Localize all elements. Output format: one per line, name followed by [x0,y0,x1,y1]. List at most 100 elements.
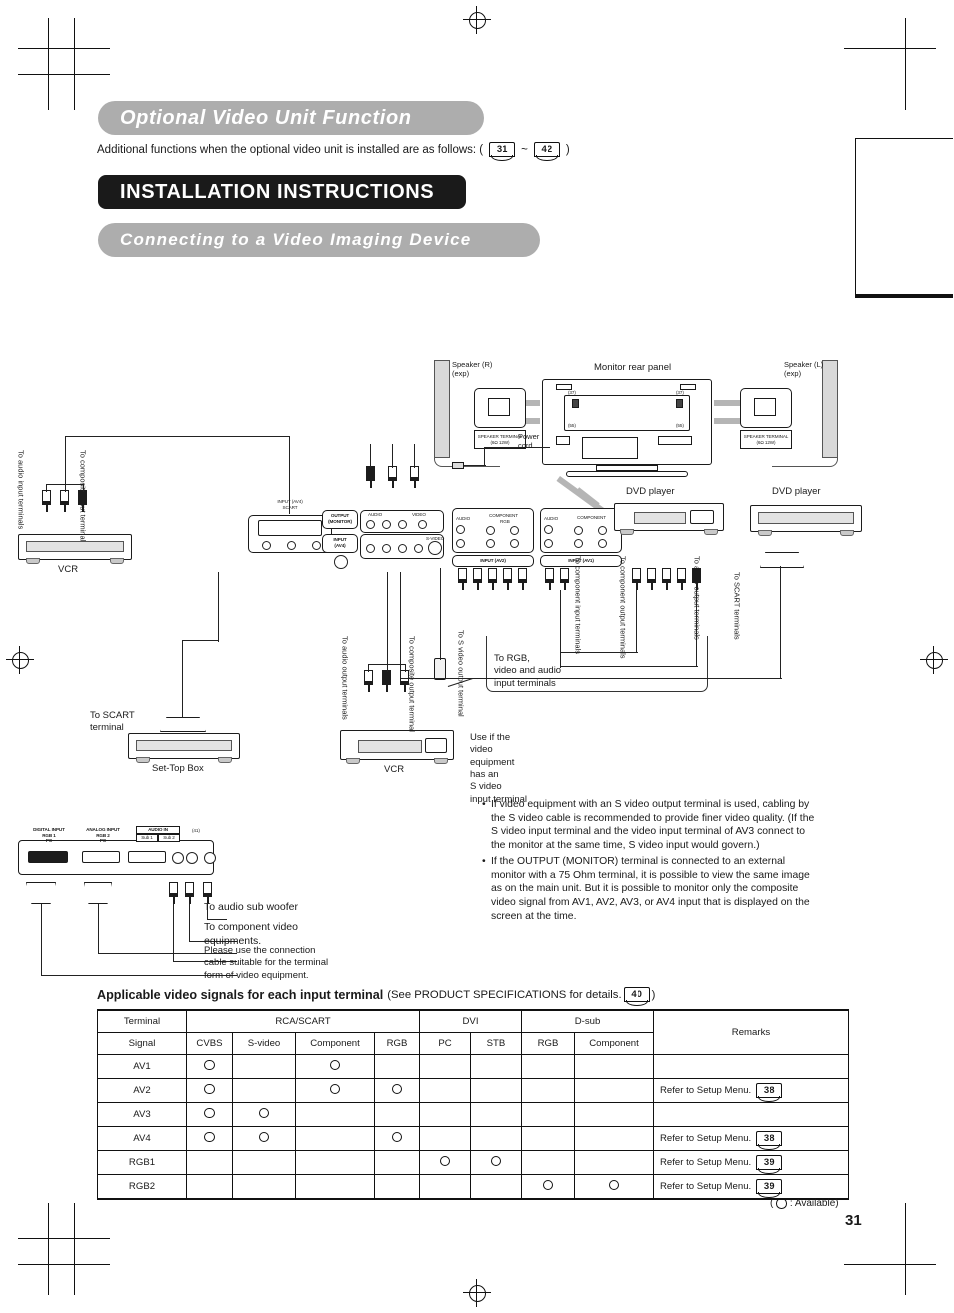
cell-empty [419,1102,471,1127]
device-foot [136,757,150,763]
cable [46,484,48,492]
speaker-left-stand [772,458,838,467]
label-please-use-cable: Please use the connection cable suitable… [204,945,329,981]
jack-icon [382,544,391,553]
cable [636,590,638,652]
cell-available [186,1054,233,1079]
cell-available [374,1078,420,1103]
pc-panel-label-sub2: Sub 2 [163,835,175,840]
available-circle-icon [258,1131,270,1143]
available-circle-icon [204,1083,215,1095]
cable [392,444,394,468]
table-row: AV4 Refer to Setup Menu. 38 [97,1126,849,1151]
col-header-dsub-rgb: RGB [521,1032,575,1055]
pc-panel-label-sub1: Sub 1 [141,835,153,840]
crop-mark [18,48,110,49]
terminal-label-output-monitor: OUTPUT (MONITOR) [328,513,352,524]
cable [370,444,372,468]
remark-content: Refer to Setup Menu. 39 [654,1179,848,1198]
svideo-jack-icon [428,541,442,555]
page-number: 31 [845,1212,862,1229]
intro-text-before: Additional functions when the optional v… [97,143,484,156]
device-foot [26,558,40,564]
cell-empty [186,1174,233,1200]
cell-empty [470,1174,522,1200]
page-ref-badge-39: 39 [756,1179,783,1198]
rca-plug [364,670,373,692]
cable [65,436,67,492]
available-circle-icon [329,1083,341,1095]
pc-panel-label-analog-input: ANALOG INPUT RGB 2 PC [86,827,120,843]
cell-empty [470,1054,522,1079]
device-foot [620,529,634,535]
rca-plug [185,882,194,904]
rca-plug [488,568,497,590]
col-header-dsub-component: Component [574,1032,654,1055]
svideo-plug-icon [434,658,446,680]
cell-empty [470,1078,522,1103]
cable [182,640,218,642]
pc-panel-label-digital-input: DIGITAL INPUT RGB 1 PC [33,827,65,843]
remark-text: Refer to Setup Menu. [660,1157,752,1168]
dvd-player-2-label: DVD player [772,486,821,497]
cell-available [470,1150,522,1175]
jack-icon [172,852,184,864]
margin-tab [855,138,953,298]
crop-mark [844,1264,936,1265]
cell-empty [521,1078,575,1103]
section-heading-optional-video-unit: Optional Video Unit Function [98,101,484,135]
available-circle-icon [439,1155,451,1167]
page-ref-badge-39: 39 [756,1155,783,1174]
panel-label-rgb: RGB [500,519,510,524]
col-header-stb: STB [470,1032,522,1055]
cell-terminal: AV1 [97,1054,187,1079]
device-foot [346,758,360,764]
crop-mark [844,48,936,49]
cell-empty [521,1150,575,1175]
jack-icon [398,520,407,529]
col-group-header-dvi: DVI [419,1009,522,1033]
cell-available [232,1102,296,1127]
rca-plug [662,568,671,590]
cell-available [574,1174,654,1200]
col-header-pc: PC [419,1032,471,1055]
cell-available [295,1078,375,1103]
cable [780,566,782,678]
rca-plug [410,466,419,488]
note-text-1: If video equipment with an S video outpu… [491,799,815,852]
cell-empty [470,1102,522,1127]
legend-text: : Available) [789,1198,839,1209]
cell-terminal: AV2 [97,1078,187,1103]
table-title-sub-after: ) [651,988,656,1001]
power-plug-icon [452,462,464,469]
manual-page: Optional Video Unit Function Additional … [0,0,954,1313]
cable [387,572,389,672]
available-circle-icon [776,1198,787,1209]
dvi-connector [28,851,68,863]
cell-empty [374,1054,420,1079]
cable [368,664,370,672]
cell-empty [521,1102,575,1127]
page-ref-badge-40: 40 [623,987,650,1006]
set-top-box-label: Set-Top Box [152,763,204,774]
dvd-player-2-slot [758,512,854,524]
power-cord-wire [484,447,486,465]
rca-plug [473,568,482,590]
dvd-player-1-label: DVD player [626,486,675,497]
vcr-bottom-slot [358,740,422,753]
dvd-player-1-controls [690,510,714,524]
rca-plug [692,568,701,590]
jack-icon [398,544,407,553]
speaker-terminal-detail-inner-left [754,398,776,416]
rca-plug [545,568,554,590]
cell-empty [574,1102,654,1127]
cable [405,664,407,672]
monitor-panel-inner [564,395,690,431]
rca-plug [632,568,641,590]
dvi-cable-plug [26,882,56,904]
cell-terminal: AV4 [97,1126,187,1151]
jack-icon [418,520,427,529]
cell-empty [419,1054,471,1079]
monitor-terminal-bay [582,437,638,459]
rca-plug [458,568,467,590]
